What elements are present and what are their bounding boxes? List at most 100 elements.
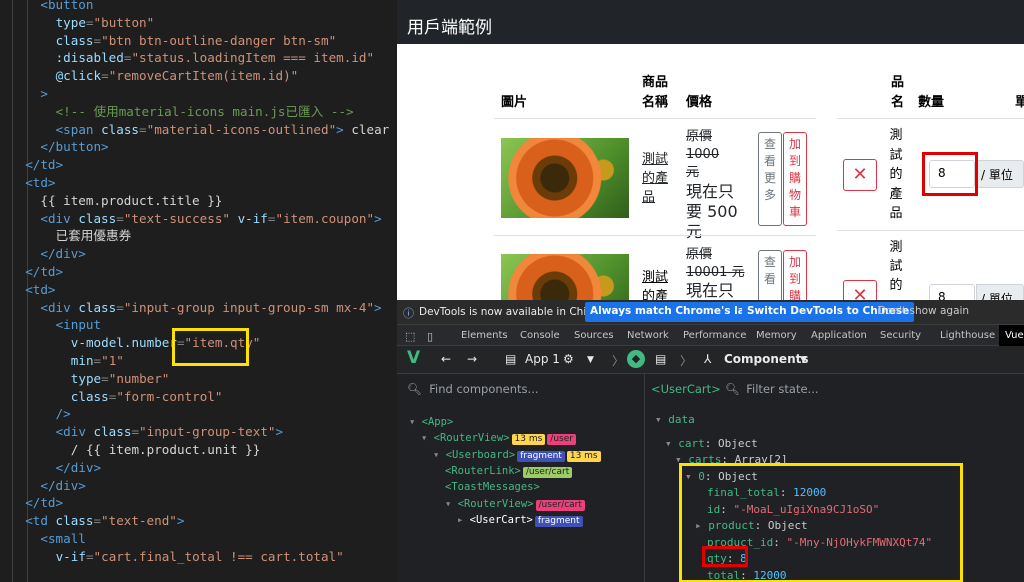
remove-cart-item-button[interactable]: ✕ — [843, 280, 877, 300]
product-title-link[interactable]: 測試的產品 — [642, 150, 670, 207]
view-more-button[interactable]: 查看更多 — [758, 132, 782, 226]
search-icon: 🔍︎ — [725, 382, 740, 396]
component-tree-node[interactable]: <ToastMessages> — [445, 479, 540, 495]
inspect-element-icon[interactable]: ⬚ — [405, 330, 415, 343]
state-inspector-pane: <UserCart> 🔍︎ Filter state... ▾ data ▾ c… — [645, 374, 1024, 582]
code-line: </td> — [25, 157, 64, 173]
tab-security[interactable]: Security — [880, 330, 921, 341]
code-line: </td> — [25, 263, 64, 279]
state-section[interactable]: ▾ data — [655, 412, 695, 428]
code-line: <td> — [25, 281, 56, 297]
chevron-down-icon[interactable]: ▼ — [587, 355, 594, 365]
component-tree-node[interactable]: ▾ <App> — [409, 414, 453, 430]
code-line: <button — [40, 0, 94, 12]
sale-price: 現在只要 500 元 — [686, 182, 738, 241]
divider — [837, 118, 1024, 119]
quantity-input[interactable]: 8 — [929, 284, 975, 300]
search-input[interactable]: Find components... — [429, 382, 538, 396]
app-selector[interactable]: App 1 — [525, 352, 560, 366]
header-image: 圖片 — [501, 95, 528, 110]
code-line: class="form-control" — [70, 388, 223, 404]
code-line: @click="removeCartItem(item.id)" — [55, 68, 299, 84]
dont-show-again-button[interactable]: Don't show again — [873, 302, 974, 322]
header-quantity: 數量 — [918, 95, 945, 110]
tab-console[interactable]: Console — [520, 330, 560, 341]
state-cart[interactable]: ▾ cart: Object — [665, 436, 758, 452]
remove-cart-item-button[interactable]: ✕ — [843, 159, 877, 191]
header-price: 價格 — [686, 95, 713, 110]
component-tree-node[interactable]: ▾ <RouterView> 13 ms/user — [421, 430, 576, 446]
header-product-name-1: 商品 — [642, 75, 669, 90]
close-icon: ✕ — [852, 164, 868, 185]
selected-component-name: <UserCart> — [651, 382, 721, 396]
code-line: class="btn btn-outline-danger btn-sm" — [55, 32, 337, 48]
component-badge: 13 ms — [566, 450, 601, 462]
compass-icon[interactable]: ◆ — [627, 350, 645, 368]
component-badge: /user — [547, 434, 576, 446]
tab-application[interactable]: Application — [811, 330, 867, 341]
component-tree-pane: 🔍︎ Find components... ▾ <App> ▾ <RouterVi… — [397, 374, 645, 582]
component-search[interactable]: 🔍︎ Find components... — [407, 382, 539, 396]
unit-label: / 單位 — [976, 160, 1024, 188]
code-line: type="button" — [55, 14, 155, 30]
component-badge: 13 ms — [511, 434, 546, 446]
code-line: > — [40, 85, 48, 101]
tab-elements[interactable]: Elements — [461, 330, 508, 341]
component-tree-node[interactable]: ▾ <RouterView>/user/cart — [445, 496, 585, 512]
divider — [494, 118, 816, 119]
tab-network[interactable]: Network — [627, 330, 669, 341]
code-line: </td> — [25, 495, 64, 511]
component-badge: fragment — [517, 450, 565, 462]
code-line: / {{ item.product.unit }} — [70, 441, 261, 457]
original-price: 原價 10001 元 — [686, 247, 745, 280]
header-unit-price: 單 — [1015, 95, 1024, 110]
device-toolbar-icon[interactable]: ▯ — [427, 330, 433, 343]
forward-arrow-icon[interactable]: → — [467, 352, 477, 366]
component-tree-node[interactable]: ▾ <Userboard> fragment 13 ms — [433, 447, 601, 463]
filter-state[interactable]: 🔍︎ Filter state... — [725, 382, 819, 396]
filter-state-input[interactable]: Filter state... — [746, 382, 818, 396]
view-more-button[interactable]: 查看 — [758, 250, 782, 300]
code-line: </div> — [55, 459, 102, 475]
tab-performance[interactable]: Performance — [683, 330, 746, 341]
devtools-tabs: ⬚ ▯ Elements Console Sources Network Per… — [397, 324, 1024, 346]
add-to-cart-button[interactable]: 加到購物車 — [783, 132, 807, 226]
component-tree-node[interactable]: ▸ <UserCart> fragment — [457, 512, 583, 528]
settings-gear-icon[interactable]: ⚙ — [563, 352, 574, 366]
language-notice: ⓘ DevTools is now available in Chinese! … — [397, 300, 1024, 324]
tab-sources[interactable]: Sources — [574, 330, 614, 341]
code-editor[interactable]: <button type="button" class="btn btn-outli… — [0, 0, 397, 582]
tab-vue[interactable]: Vue — [999, 325, 1024, 346]
components-dropdown[interactable]: Components — [724, 352, 809, 366]
header-name-1: 品 — [891, 75, 905, 90]
product-image — [501, 138, 629, 218]
code-line: /> — [55, 406, 71, 422]
tab-memory[interactable]: Memory — [756, 330, 797, 341]
component-badge: /user/cart — [535, 499, 585, 511]
browser-preview: 用戶端範例 圖片 商品 名稱 價格 測試的產品 原價 1000 元 現在只要 50… — [397, 0, 1024, 300]
sale-price: 現在只 — [686, 281, 735, 300]
back-arrow-icon[interactable]: ← — [441, 352, 451, 366]
code-line: <small — [40, 530, 86, 546]
code-line: <div class="input-group-text"> — [55, 424, 284, 440]
product-price: 原價 10001 元 現在只 — [686, 246, 746, 300]
component-tree-node[interactable]: <RouterLink>/user/cart — [445, 463, 573, 479]
code-line: <div class="input-group input-group-sm m… — [40, 299, 382, 315]
component-badge: /user/cart — [522, 466, 573, 478]
page-title: 用戶端範例 — [397, 0, 1024, 44]
close-icon: ✕ — [852, 285, 868, 300]
info-icon: ⓘ — [403, 307, 414, 320]
timeline-icon[interactable]: ▤ — [655, 352, 666, 366]
tab-lighthouse[interactable]: Lighthouse — [940, 330, 995, 341]
original-price: 原價 1000 元 — [686, 129, 720, 180]
product-title-link[interactable]: 測試的產 — [642, 268, 670, 300]
search-icon: 🔍︎ — [407, 382, 422, 396]
code-line: <td class="text-end"> — [25, 513, 185, 529]
vue-logo-icon: V — [407, 348, 421, 368]
cart-item-title: 測試的產品 — [889, 128, 903, 221]
add-to-cart-button[interactable]: 加到購 — [783, 250, 807, 300]
code-line: {{ item.product.title }} — [40, 192, 223, 208]
code-line: <!-- 使用material-icons main.js已匯入 --> — [55, 103, 354, 119]
chevron-down-icon[interactable]: ▼ — [800, 355, 807, 365]
devtools-panel: ⓘ DevTools is now available in Chinese! … — [397, 300, 1024, 582]
